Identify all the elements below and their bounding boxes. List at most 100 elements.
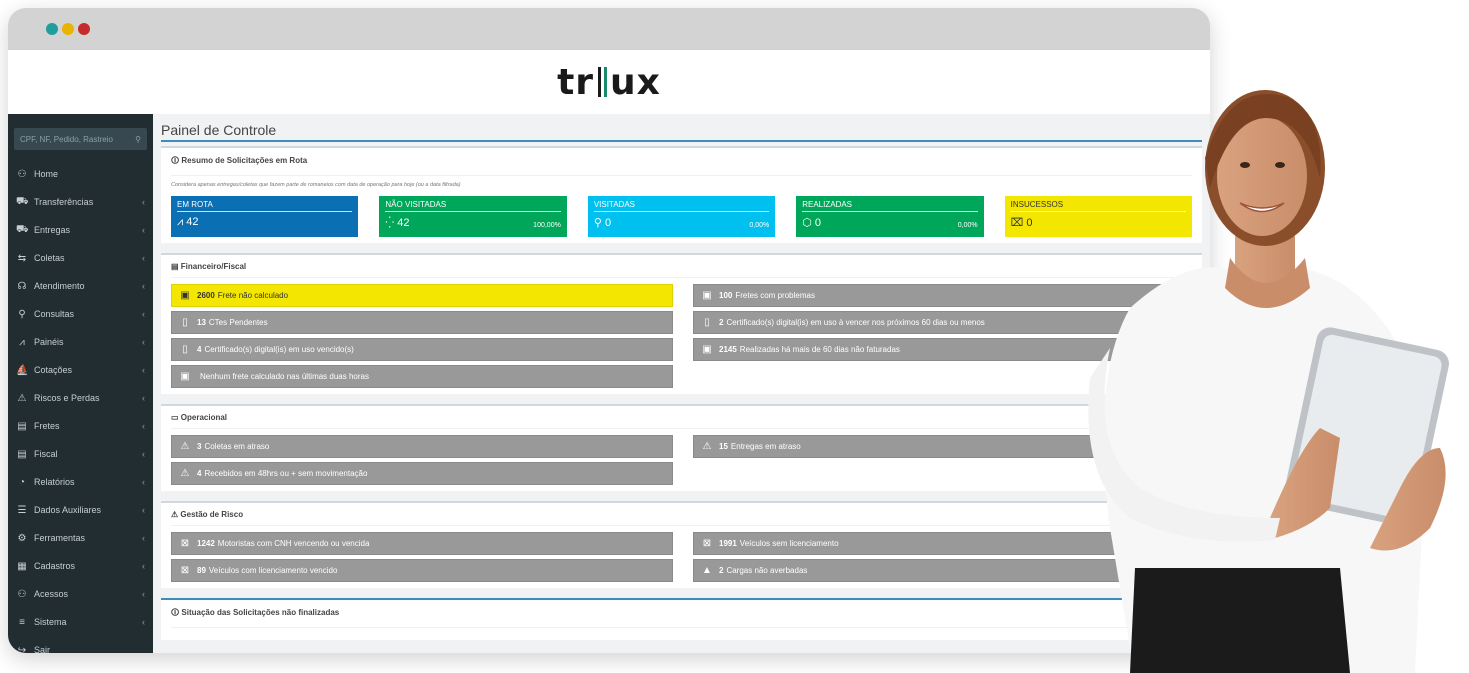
panel-title: 🛈 Resumo de Solicitações em Rota — [171, 152, 1192, 176]
alert-item[interactable]: ⚠ 3 Coletas em atraso — [171, 435, 673, 458]
sidebar-item-sair[interactable]: ↪ Sair — [8, 636, 153, 654]
stat-card[interactable]: NÃO VISITADAS ⁛ 42 100,00% — [379, 196, 567, 237]
sidebar-item-cadastros[interactable]: ▦ Cadastros ‹ — [8, 552, 153, 580]
stat-icon: ⬡ — [802, 217, 812, 229]
page-title: Painel de Controle — [161, 122, 1202, 142]
sidebar-item-label: Cotações — [34, 365, 73, 375]
alert-count: 89 — [197, 566, 206, 575]
chevron-left-icon: ‹ — [142, 197, 145, 207]
menu-icon: ⇆ — [17, 252, 27, 264]
menu-icon: ⚇ — [17, 168, 27, 180]
main-content: Painel de Controle 🛈 Resumo de Solicitaç… — [153, 114, 1210, 653]
alert-count: 2 — [719, 566, 724, 575]
sidebar-search-input[interactable]: CPF, NF, Pedido, Rastreio ⚲ — [14, 128, 147, 150]
chevron-left-icon: ‹ — [142, 533, 145, 543]
sidebar-item-riscos-e-perdas[interactable]: ⚠ Riscos e Perdas ‹ — [8, 384, 153, 412]
stat-percent: 0,00% — [957, 222, 978, 229]
alert-item[interactable]: ⊠ 1242 Motoristas com CNH vencendo ou venc… — [171, 532, 673, 555]
alert-text: Certificado(s) digital(is) em uso à venc… — [726, 318, 985, 327]
alert-text: Coletas em atraso — [204, 442, 270, 451]
logo-suffix: ux — [610, 61, 661, 103]
search-icon[interactable]: ⚲ — [135, 135, 141, 144]
alert-count: 2 — [719, 318, 724, 327]
alert-text: CTes Pendentes — [208, 318, 268, 327]
menu-icon: ☰ — [17, 504, 27, 516]
stat-value: ⩘ 42 — [177, 216, 199, 228]
alert-text: Recebidos em 48hrs ou + sem movimentação — [204, 469, 368, 478]
sidebar-item-relat-rios[interactable]: ◔ Relatórios ‹ — [8, 468, 153, 496]
menu-icon: ▤ — [17, 420, 27, 432]
alert-icon: ▣ — [702, 290, 712, 301]
sidebar-item-cota-es[interactable]: ⛵ Cotações ‹ — [8, 356, 153, 384]
sidebar-item-label: Ferramentas — [34, 533, 86, 543]
menu-icon: ⚲ — [18, 308, 26, 320]
alert-count: 2145 — [719, 345, 737, 354]
sidebar-item-acessos[interactable]: ⚇ Acessos ‹ — [8, 580, 153, 608]
sidebar-item-consultas[interactable]: ⚲ Consultas ‹ — [8, 300, 153, 328]
chevron-left-icon: ‹ — [142, 449, 145, 459]
sidebar-item-dados-auxiliares[interactable]: ☰ Dados Auxiliares ‹ — [8, 496, 153, 524]
menu-icon: ⚠ — [17, 392, 27, 404]
sidebar-item-label: Sistema — [34, 617, 67, 627]
panel-title: ▤ Financeiro/Fiscal — [171, 259, 1192, 278]
window-control-dot[interactable] — [46, 23, 58, 35]
alert-text: Nenhum frete calculado nas últimas duas … — [200, 372, 369, 381]
panel-financeiro: ▤ Financeiro/Fiscal ▣ 2600 Frete não calcu… — [161, 253, 1202, 394]
window-control-dot[interactable] — [78, 23, 90, 35]
logo-bar-mark — [604, 67, 608, 97]
sidebar-item-entregas[interactable]: ⛟ Entregas ‹ — [8, 216, 153, 244]
panel-note: Considera apenas entregas/coletas que fa… — [171, 182, 461, 188]
truux-logo[interactable]: tr ux — [557, 62, 661, 103]
alert-count: 4 — [197, 469, 202, 478]
window-control-dot[interactable] — [62, 23, 74, 35]
panel-resumo: 🛈 Resumo de Solicitações em Rota Conside… — [161, 146, 1202, 243]
alert-icon: ▲ — [702, 565, 712, 576]
alert-icon: ▣ — [180, 371, 190, 382]
sidebar-item-label: Fretes — [34, 421, 60, 431]
sidebar-item-home[interactable]: ⚇ Home — [8, 160, 153, 188]
alert-item[interactable]: ▣ 2600 Frete não calculado — [171, 284, 673, 307]
panel-risco: ⚠ Gestão de Risco ⊠ 1242 Motoristas com CN… — [161, 501, 1202, 588]
stat-icon: ⁛ — [385, 217, 395, 229]
search-placeholder: CPF, NF, Pedido, Rastreio — [20, 134, 113, 144]
stat-row: EM ROTA ⩘ 42 NÃO VISITADAS ⁛ 42 100,00% VISIT… — [171, 196, 1193, 237]
alert-icon: ▯ — [182, 344, 188, 355]
alert-item[interactable]: ⊠ 89 Veículos com licenciamento vencido — [171, 559, 673, 582]
alert-count: 1991 — [719, 539, 737, 548]
stat-card[interactable]: VISITADAS ⚲ 0 0,00% — [587, 196, 776, 237]
menu-icon: ⛟ — [16, 223, 29, 235]
woman-with-tablet-photo — [1088, 90, 1449, 673]
sidebar-item-atendimento[interactable]: ☊ Atendimento ‹ — [8, 272, 153, 300]
alert-icon: ▯ — [704, 317, 710, 328]
sidebar-item-pain-is[interactable]: ⩘ Painéis ‹ — [8, 328, 153, 356]
sidebar: CPF, NF, Pedido, Rastreio ⚲ ⚇ Home ⛟ Transf… — [8, 114, 153, 653]
menu-icon: ☊ — [17, 280, 27, 292]
alert-item[interactable]: ▣ Nenhum frete calculado nas últimas duas… — [171, 365, 673, 388]
panel-situacao: 🛈 Situação das Solicitações não finaliza… — [161, 598, 1202, 640]
sidebar-item-label: Coletas — [34, 253, 65, 263]
alert-icon: ⚠ — [702, 441, 712, 452]
alert-count: 100 — [719, 291, 733, 300]
sidebar-item-label: Cadastros — [34, 561, 76, 571]
alert-text: Veículos sem licenciamento — [739, 539, 839, 548]
sidebar-item-label: Painéis — [34, 337, 64, 347]
alert-item[interactable]: ▯ 13 CTes Pendentes — [171, 311, 673, 334]
sidebar-menu: ⚇ Home ⛟ Transferências ‹ ⛟ Entregas ‹ ⇆ Coletas ‹… — [8, 160, 153, 654]
sidebar-item-ferramentas[interactable]: ⚙ Ferramentas ‹ — [8, 524, 153, 552]
financeiro-alerts: ▣ 2600 Frete não calculado ▣ 100 Fretes com p… — [171, 284, 1195, 388]
stat-card[interactable]: REALIZADAS ⬡ 0 0,00% — [796, 196, 984, 237]
sidebar-item-coletas[interactable]: ⇆ Coletas ‹ — [8, 244, 153, 272]
sidebar-item-transfer-ncias[interactable]: ⛟ Transferências ‹ — [8, 188, 153, 216]
stat-icon: ⩘ — [177, 216, 184, 228]
alert-text: Realizadas há mais de 60 dias não fatura… — [739, 345, 900, 354]
chevron-left-icon: ‹ — [142, 561, 145, 571]
sidebar-item-fretes[interactable]: ▤ Fretes ‹ — [8, 412, 153, 440]
sidebar-item-sistema[interactable]: ≡ Sistema ‹ — [8, 608, 153, 636]
panel-title: ⚠ Gestão de Risco — [171, 507, 1192, 526]
menu-icon: ⛵ — [16, 364, 29, 376]
alert-icon: ⊠ — [702, 538, 712, 549]
stat-card[interactable]: EM ROTA ⩘ 42 — [171, 196, 359, 237]
sidebar-item-fiscal[interactable]: ▤ Fiscal ‹ — [8, 440, 153, 468]
alert-item[interactable]: ⚠ 4 Recebidos em 48hrs ou + sem movimentaç… — [171, 462, 673, 485]
alert-item[interactable]: ▯ 4 Certificado(s) digital(is) em uso venc… — [171, 338, 673, 361]
